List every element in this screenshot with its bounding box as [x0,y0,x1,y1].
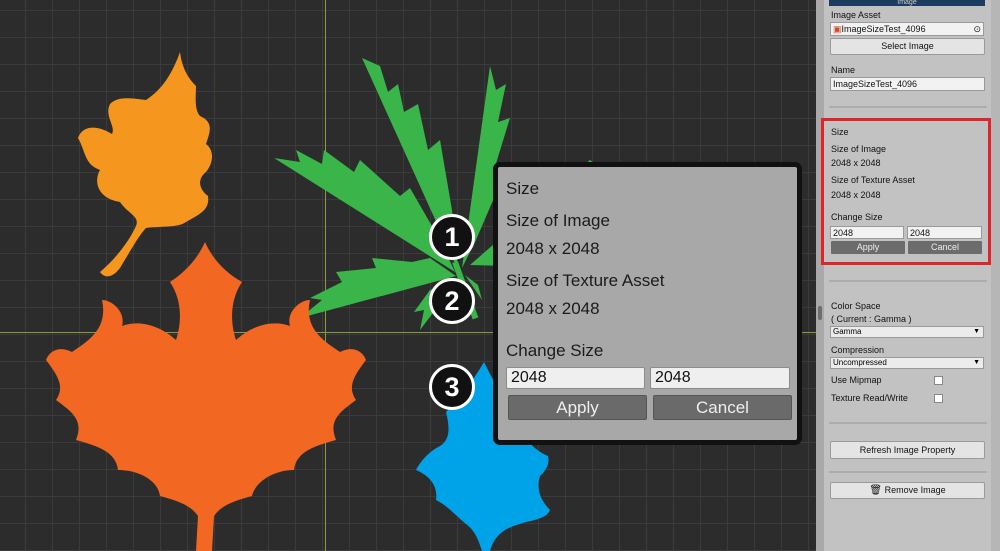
separator [829,280,987,282]
inspector-scrollbar[interactable] [991,0,1000,551]
callout-size-of-texture-value: 2048 x 2048 [506,299,600,318]
chevron-down-icon: ▼ [973,359,980,366]
trash-icon: 🗑 [869,485,883,496]
refresh-image-property-button[interactable]: Refresh Image Property [830,441,985,459]
callout-size-of-texture-label: Size of Texture Asset [506,271,665,290]
height-input[interactable]: 2048 [907,226,982,239]
splitter-handle[interactable] [818,306,822,320]
maple-leaf [46,242,366,551]
cancel-button[interactable]: Cancel [908,241,982,254]
read-write-label: Texture Read/Write [831,393,908,403]
size-of-texture-value: 2048 x 2048 [831,190,881,200]
use-mipmap-label: Use Mipmap [831,375,882,385]
callout-width-input[interactable] [506,367,645,389]
inspector-tab-image[interactable]: Image [829,0,985,6]
callout-cancel-button[interactable]: Cancel [653,395,792,420]
width-input[interactable]: 2048 [830,226,904,239]
callout-size-of-image-label: Size of Image [506,211,610,230]
remove-image-label: Remove Image [884,485,946,495]
callout-height-input[interactable] [650,367,790,389]
separator [829,106,987,108]
separator [829,471,987,473]
compression-label: Compression [831,345,885,355]
compression-dropdown[interactable]: Uncompressed ▼ [830,357,984,369]
change-size-label: Change Size [831,212,883,222]
separator [829,422,987,424]
marker-2: 2 [429,278,475,324]
size-of-image-value: 2048 x 2048 [831,158,881,168]
callout-change-size-label: Change Size [506,341,604,360]
inspector-splitter[interactable] [816,0,824,551]
marker-3: 3 [429,364,475,410]
object-picker-icon[interactable]: ⊙ [973,23,981,35]
compression-value: Uncompressed [833,358,887,367]
image-asset-value: ImageSizeTest_4096 [841,24,926,34]
color-space-dropdown[interactable]: Gamma ▼ [830,326,984,338]
color-space-value: Gamma [833,327,862,336]
apply-button[interactable]: Apply [831,241,905,254]
image-asset-field[interactable]: ▣ImageSizeTest_4096 ⊙ [830,22,984,36]
color-space-current: ( Current : Gamma ) [831,314,912,324]
name-field[interactable]: ImageSizeTest_4096 [830,77,985,91]
select-image-button[interactable]: Select Image [830,38,985,55]
size-of-texture-label: Size of Texture Asset [831,175,915,185]
image-file-icon: ▣ [833,24,842,34]
size-of-image-label: Size of Image [831,144,887,154]
callout-size-heading: Size [506,179,540,198]
size-heading: Size [831,127,849,137]
remove-image-button[interactable]: 🗑 Remove Image [830,482,985,499]
image-asset-label: Image Asset [831,10,881,20]
marker-1: 1 [429,214,475,260]
callout-apply-button[interactable]: Apply [508,395,647,420]
color-space-label: Color Space [831,301,881,311]
size-callout-panel: Size Size of Image 2048 x 2048 Size of T… [493,162,802,445]
use-mipmap-checkbox[interactable] [934,376,943,385]
name-label: Name [831,65,856,75]
read-write-checkbox[interactable] [934,394,943,403]
orange-leaf [78,52,212,277]
callout-size-of-image-value: 2048 x 2048 [506,239,600,258]
chevron-down-icon: ▼ [973,328,980,335]
